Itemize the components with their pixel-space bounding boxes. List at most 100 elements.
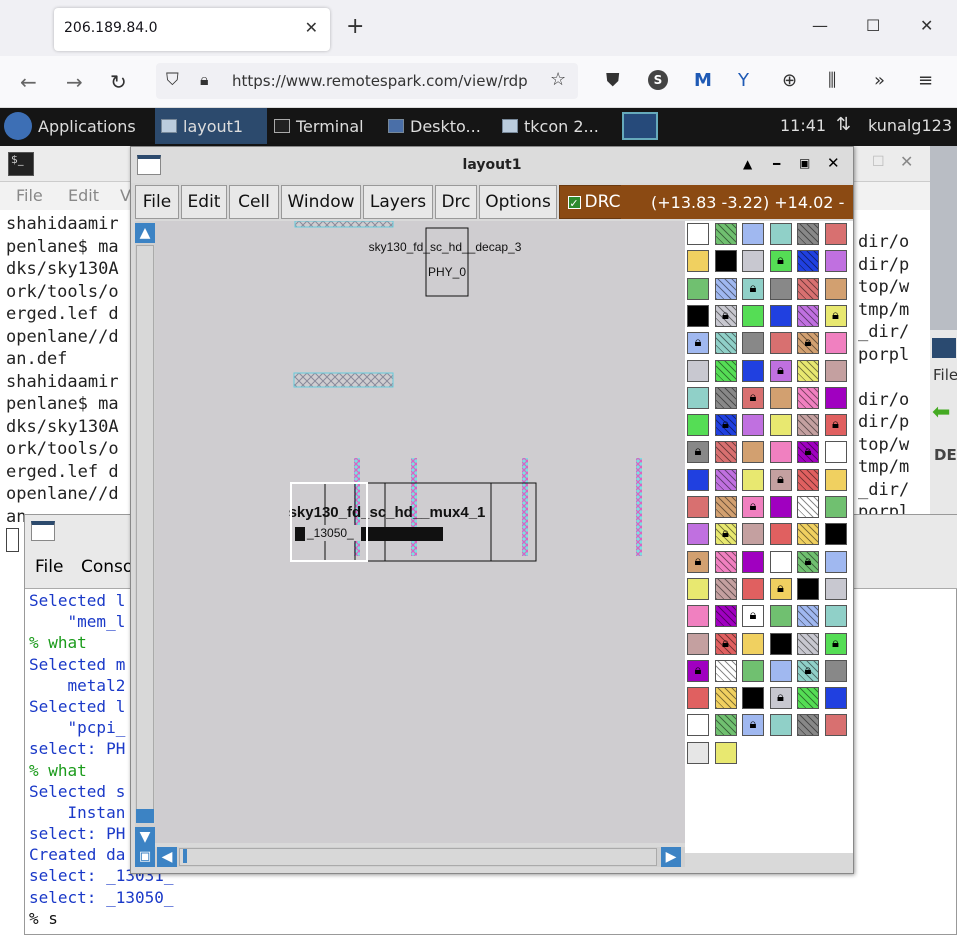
layer-swatch[interactable] (742, 223, 764, 245)
layer-swatch[interactable] (797, 414, 819, 437)
shield-icon[interactable]: ⛉ (166, 70, 179, 90)
layer-swatch[interactable] (687, 468, 709, 491)
layer-swatch[interactable] (769, 659, 792, 682)
locked-layer-swatch[interactable]: 🔒︎ (797, 659, 819, 682)
layout-drawing[interactable]: sky130_fd_sc_hd__decap_3 PHY_0 sky130_fd… (155, 221, 685, 843)
layer-swatch[interactable] (797, 577, 819, 600)
menu-file[interactable]: File (135, 185, 179, 219)
maximize-icon[interactable]: ☐ (872, 154, 885, 170)
layer-swatch[interactable] (687, 386, 709, 409)
layer-swatch[interactable] (687, 605, 709, 628)
locked-layer-swatch[interactable]: 🔒︎ (769, 577, 792, 600)
locked-layer-swatch[interactable]: 🔒︎ (742, 605, 764, 628)
minimize-icon[interactable]: — (812, 16, 828, 35)
scroll-track[interactable] (136, 245, 154, 813)
menu-cell[interactable]: Cell (229, 185, 279, 219)
locked-layer-swatch[interactable]: 🔒︎ (824, 304, 847, 327)
layer-swatch[interactable] (769, 414, 792, 437)
layer-swatch[interactable] (769, 304, 792, 327)
layer-swatch[interactable] (714, 359, 737, 382)
url-text[interactable]: https://www.remotespark.com/view/rdp (232, 72, 540, 90)
locked-layer-swatch[interactable]: 🔒︎ (824, 414, 847, 437)
layer-swatch[interactable] (769, 332, 792, 355)
layer-swatch[interactable] (797, 468, 819, 491)
locked-layer-swatch[interactable]: 🔒︎ (797, 332, 819, 355)
layer-swatch[interactable] (742, 523, 764, 546)
layer-swatch[interactable] (742, 414, 764, 437)
locked-layer-swatch[interactable]: 🔒︎ (797, 550, 819, 573)
layer-swatch[interactable] (714, 659, 737, 682)
layer-swatch[interactable] (797, 496, 819, 518)
layer-swatch[interactable] (742, 441, 764, 464)
browser-tab[interactable]: 206.189.84.0 ✕ (54, 8, 330, 51)
layer-swatch[interactable] (687, 687, 709, 710)
layer-swatch[interactable] (769, 605, 792, 628)
layer-swatch[interactable] (824, 277, 847, 300)
locked-layer-swatch[interactable]: 🔒︎ (687, 332, 709, 355)
zoom-box-icon[interactable]: ▣ (135, 847, 155, 867)
menu-icon[interactable]: ≡ (918, 70, 933, 91)
maximize-icon[interactable]: ▣ (799, 156, 810, 170)
locked-layer-swatch[interactable]: 🔒︎ (824, 632, 847, 655)
locked-layer-swatch[interactable]: 🔒︎ (769, 468, 792, 491)
menu-edit[interactable]: Edit (68, 186, 99, 205)
close-icon[interactable]: ✕ (900, 152, 913, 171)
layer-swatch[interactable] (714, 577, 737, 600)
layer-swatch[interactable] (714, 550, 737, 573)
layer-swatch[interactable] (687, 414, 709, 437)
download-icon[interactable]: ⊕ (782, 70, 797, 91)
locked-layer-swatch[interactable]: 🔒︎ (742, 386, 764, 409)
layer-swatch[interactable] (687, 359, 709, 382)
locked-layer-swatch[interactable]: 🔒︎ (797, 441, 819, 464)
extension-s-icon[interactable]: S (648, 70, 668, 90)
network-icon[interactable]: ⇅ (836, 114, 851, 135)
layer-swatch[interactable] (797, 687, 819, 710)
close-window-icon[interactable]: ✕ (920, 16, 933, 35)
layer-swatch[interactable] (687, 577, 709, 600)
layer-swatch[interactable] (824, 386, 847, 409)
menu-file[interactable]: File (16, 186, 43, 205)
layout-canvas[interactable]: sky130_fd_sc_hd__decap_3 PHY_0 sky130_fd… (155, 221, 685, 843)
menu-file[interactable]: File (35, 557, 63, 577)
layer-swatch[interactable] (797, 523, 819, 546)
layer-swatch[interactable] (714, 277, 737, 300)
layer-swatch[interactable] (714, 468, 737, 491)
decap-cell-outline[interactable] (425, 227, 469, 297)
layer-swatch[interactable] (714, 223, 737, 245)
layer-swatch[interactable] (714, 687, 737, 710)
layer-swatch[interactable] (797, 304, 819, 327)
layer-swatch[interactable] (742, 659, 764, 682)
locked-layer-swatch[interactable]: 🔒︎ (769, 687, 792, 710)
vertical-scrollbar[interactable]: ▲ ▼ (135, 221, 155, 847)
layer-swatch[interactable] (687, 250, 709, 273)
extension-y-icon[interactable]: Y (738, 70, 749, 91)
taskbar-item-tkcon[interactable]: tkcon 2... (502, 108, 599, 144)
layer-swatch[interactable] (687, 223, 709, 245)
bookmark-star-icon[interactable]: ☆ (550, 69, 566, 90)
layer-swatch[interactable] (824, 250, 847, 273)
layer-swatch[interactable] (797, 223, 819, 245)
layer-swatch[interactable] (742, 577, 764, 600)
workspace-switcher[interactable] (622, 112, 658, 140)
layer-swatch[interactable] (687, 304, 709, 327)
background-window[interactable]: File ⬅ DE (930, 330, 957, 530)
locked-layer-swatch[interactable]: 🔒︎ (687, 659, 709, 682)
locked-layer-swatch[interactable]: 🔒︎ (687, 550, 709, 573)
locked-layer-swatch[interactable]: 🔒︎ (714, 632, 737, 655)
layer-swatch[interactable] (714, 332, 737, 355)
layer-swatch[interactable] (824, 332, 847, 355)
layer-swatch[interactable] (797, 386, 819, 409)
locked-layer-swatch[interactable]: 🔒︎ (742, 714, 764, 737)
pocket-icon[interactable]: ⛊ (606, 70, 620, 91)
layout-titlebar[interactable]: layout1 ▲ ━ ▣ ✕ (131, 147, 853, 183)
taskbar-item-layout1[interactable]: layout1 (155, 108, 267, 144)
layer-swatch[interactable] (769, 632, 792, 655)
layer-swatch[interactable] (714, 605, 737, 628)
scroll-thumb[interactable] (136, 809, 154, 823)
forward-icon[interactable]: → (66, 70, 83, 94)
layer-swatch[interactable] (824, 687, 847, 710)
layer-swatch[interactable] (687, 741, 709, 764)
layer-swatch[interactable] (824, 550, 847, 573)
via-column[interactable] (636, 458, 642, 556)
drc-toggle[interactable]: ✓ DRC (559, 185, 629, 219)
